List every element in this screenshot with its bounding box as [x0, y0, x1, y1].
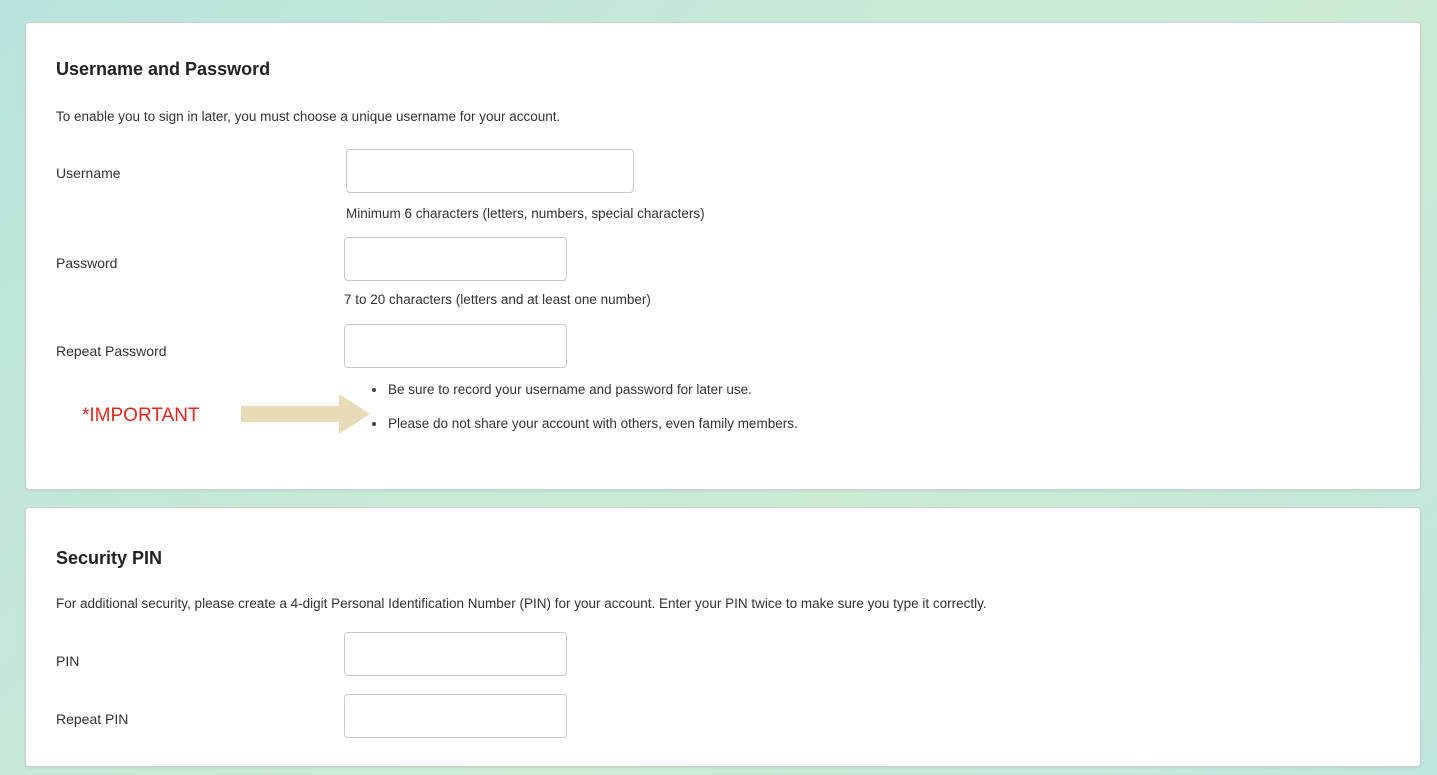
username-password-panel: Username and Password To enable you to s…: [25, 22, 1421, 490]
important-annotation: *IMPORTANT: [82, 405, 200, 426]
section-title: Username and Password: [56, 59, 271, 79]
username-input[interactable]: [346, 149, 634, 193]
security-pin-panel: Security PIN For additional security, pl…: [25, 507, 1421, 767]
password-label: Password: [56, 255, 118, 271]
username-hint: Minimum 6 characters (letters, numbers, …: [346, 206, 705, 221]
section-intro: To enable you to sign in later, you must…: [56, 109, 561, 124]
section-intro: For additional security, please create a…: [56, 596, 987, 611]
pin-label: PIN: [56, 653, 80, 669]
list-item: Please do not share your account with ot…: [363, 415, 798, 449]
password-input[interactable]: [344, 237, 567, 281]
arrow-right-icon: [241, 394, 370, 434]
pin-input[interactable]: [344, 632, 567, 676]
username-label: Username: [56, 165, 121, 181]
repeat-password-label: Repeat Password: [56, 343, 167, 359]
password-hint: 7 to 20 characters (letters and at least…: [344, 292, 651, 307]
repeat-password-input[interactable]: [344, 324, 567, 368]
account-tips-list: Be sure to record your username and pass…: [363, 381, 798, 449]
list-item: Be sure to record your username and pass…: [363, 381, 798, 415]
repeat-pin-label: Repeat PIN: [56, 711, 129, 727]
section-title: Security PIN: [56, 548, 163, 568]
repeat-pin-input[interactable]: [344, 694, 567, 738]
